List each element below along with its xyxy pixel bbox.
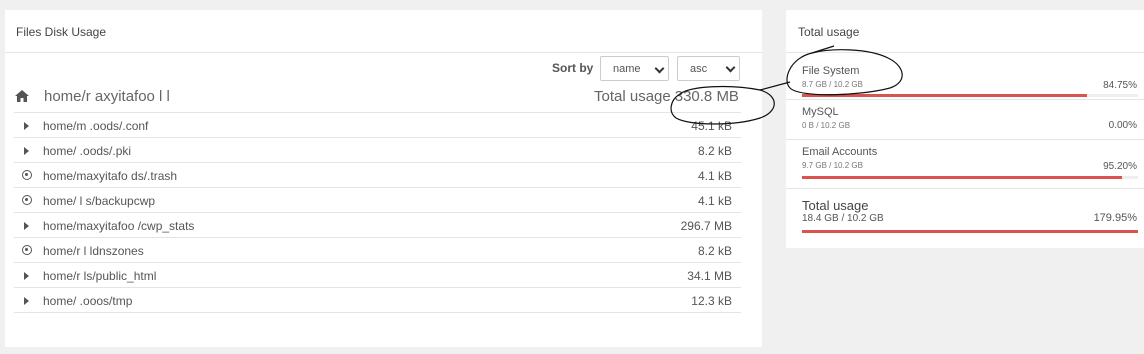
sort-by-label: Sort by xyxy=(552,61,594,75)
file-row-size: 4.1 kB xyxy=(697,194,732,208)
usage-item-label: MySQL xyxy=(802,106,839,118)
file-row[interactable]: home/m .oods/.conf 45.1 kB xyxy=(14,113,741,138)
sort-field-value: name xyxy=(613,63,641,75)
file-row-path: home/maxyitafo ds/.trash xyxy=(43,169,178,183)
total-usage-summary: Total usage 330.8 MB xyxy=(594,88,739,105)
file-row-size: 34.1 MB xyxy=(687,269,732,283)
usage-item-email-accounts: Email Accounts 9.7 GB / 10.2 GB 95.20% xyxy=(802,146,1138,179)
divider xyxy=(786,99,1144,100)
file-row-path: home/r l ldnszones xyxy=(43,244,144,258)
usage-total: Total usage 18.4 GB / 10.2 GB 179.95% xyxy=(802,198,1138,233)
file-row-path: home/maxyitafoo /cwp_stats xyxy=(43,219,195,233)
usage-progress-fill xyxy=(802,94,1087,97)
usage-total-amount: 18.4 GB / 10.2 GB xyxy=(802,213,884,224)
files-panel-title: Files Disk Usage xyxy=(5,10,762,53)
usage-panel-title: Total usage xyxy=(786,10,1144,53)
usage-progress-fill xyxy=(802,176,1122,179)
usage-total-label: Total usage xyxy=(802,198,869,213)
dot-circle-icon[interactable] xyxy=(22,195,32,205)
chevron-down-icon xyxy=(725,62,736,73)
file-row-path: home/ l s/backupcwp xyxy=(43,194,156,208)
file-row-path: home/m .oods/.conf xyxy=(43,119,149,133)
usage-item-amount: 8.7 GB / 10.2 GB xyxy=(802,80,863,89)
caret-right-icon[interactable] xyxy=(22,296,29,305)
file-row[interactable]: home/r ls/public_html 34.1 MB xyxy=(14,263,741,288)
usage-item-label: Email Accounts xyxy=(802,146,878,158)
file-row-size: 296.7 MB xyxy=(680,219,732,233)
usage-progress-fill xyxy=(802,230,1138,233)
usage-item-amount: 9.7 GB / 10.2 GB xyxy=(802,161,863,170)
total-usage-value: 330.8 MB xyxy=(674,88,739,105)
file-row-size: 4.1 kB xyxy=(697,169,732,183)
file-row[interactable]: home/ .oods/.pki 8.2 kB xyxy=(14,138,741,163)
home-icon[interactable] xyxy=(15,90,29,102)
file-row-size: 45.1 kB xyxy=(691,119,732,133)
usage-total-percent: 179.95% xyxy=(1093,212,1137,224)
file-row[interactable]: home/ .ooos/tmp 12.3 kB xyxy=(14,288,741,313)
usage-item-file-system: File System 8.7 GB / 10.2 GB 84.75% xyxy=(802,65,1138,97)
total-usage-label: Total usage xyxy=(594,88,671,105)
caret-right-icon[interactable] xyxy=(22,146,29,155)
usage-progress-bar xyxy=(802,230,1138,233)
file-row[interactable]: home/maxyitafo ds/.trash 4.1 kB xyxy=(14,163,741,188)
file-row[interactable]: home/maxyitafoo /cwp_stats 296.7 MB xyxy=(14,213,741,238)
file-list: home/m .oods/.conf 45.1 kB home/ .oods/.pk… xyxy=(14,112,741,313)
file-row[interactable]: home/r l ldnszones 8.2 kB xyxy=(14,238,741,263)
total-usage-panel: Total usage File System 8.7 GB / 10.2 GB… xyxy=(786,10,1144,248)
caret-right-icon[interactable] xyxy=(22,121,29,130)
sort-direction-select[interactable]: asc xyxy=(677,56,740,81)
usage-progress-bar xyxy=(802,176,1138,179)
usage-item-amount: 0 B / 10.2 GB xyxy=(802,121,851,130)
dot-circle-icon[interactable] xyxy=(22,170,32,180)
dot-circle-icon[interactable] xyxy=(22,245,32,255)
usage-progress-bar xyxy=(802,94,1138,97)
file-row-path: home/ .oods/.pki xyxy=(43,144,132,158)
sort-direction-value: asc xyxy=(690,63,708,75)
usage-item-label: File System xyxy=(802,65,860,77)
usage-item-percent: 84.75% xyxy=(1103,80,1137,91)
file-row[interactable]: home/ l s/backupcwp 4.1 kB xyxy=(14,188,741,213)
caret-right-icon[interactable] xyxy=(22,221,29,230)
file-row-size: 12.3 kB xyxy=(691,294,732,308)
file-row-size: 8.2 kB xyxy=(697,144,732,158)
caret-right-icon[interactable] xyxy=(22,271,29,280)
file-row-path: home/ .ooos/tmp xyxy=(43,294,133,308)
chevron-down-icon xyxy=(654,63,665,74)
file-row-path: home/r ls/public_html xyxy=(43,269,157,283)
usage-item-percent: 0.00% xyxy=(1108,120,1137,131)
file-row-size: 8.2 kB xyxy=(697,244,732,258)
current-path: home/r axyitafoo l l xyxy=(44,88,170,105)
usage-item-mysql: MySQL 0 B / 10.2 GB 0.00% xyxy=(802,106,1138,131)
sort-field-select[interactable]: name xyxy=(600,56,669,81)
divider xyxy=(786,139,1144,140)
divider xyxy=(786,188,1144,189)
usage-item-percent: 95.20% xyxy=(1103,161,1137,172)
